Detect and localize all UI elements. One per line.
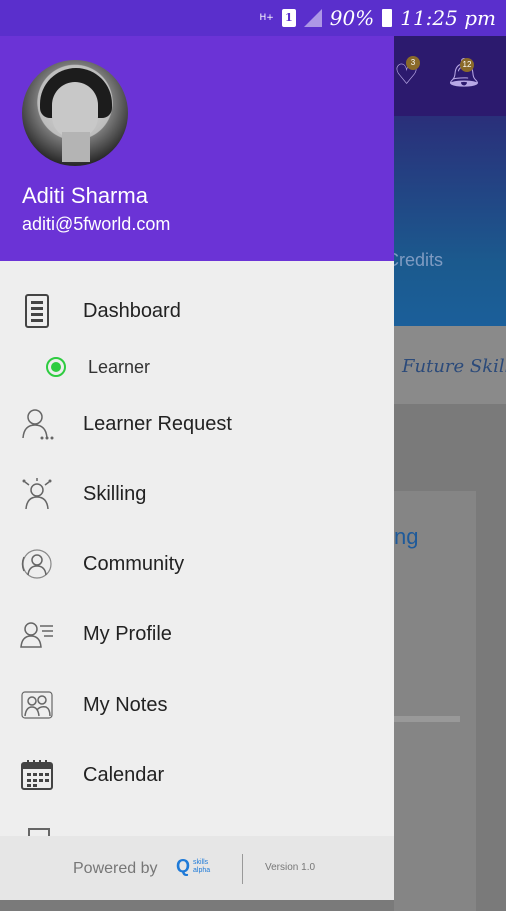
status-icons: H+ 1 90% 11:25 pm [259,6,496,30]
user-name: Aditi Sharma [22,183,148,208]
clock: 11:25 pm [400,6,496,30]
skills-alpha-logo: Q skills alpha [176,856,210,877]
heart-badge: 3 [406,56,420,70]
menu-label-my-profile: My Profile [83,622,172,645]
menu-item-dashboard[interactable]: Dashboard [0,281,394,341]
background-card [394,491,476,911]
profile-icon [20,617,54,651]
background-card-title: ng [394,524,419,549]
footer-divider [242,854,243,884]
menu-label-skilling: Skilling [83,482,147,505]
menu-item-my-notes[interactable]: My Notes [0,675,394,735]
background-progress [394,716,460,722]
background-app: ♡ 3 🔔︎ 12 Credits Future Skill ng [386,36,506,911]
future-skill-label: Future Skill [402,356,506,377]
signal-icon [303,9,322,27]
version-label: Version 1.0 [265,862,316,873]
learner-request-icon [20,407,54,441]
bell-badge: 12 [460,58,474,72]
powered-by-label: Powered by [73,860,158,877]
calendar-icon [20,758,54,792]
logo-mark: Q [176,856,191,876]
status-bar: H+ 1 90% 11:25 pm [0,0,506,36]
avatar-neck [62,132,90,162]
menu-label-calendar: Calendar [83,763,165,786]
drawer-footer: Powered by Q skills alpha Version 1.0 [0,836,394,900]
submenu-item-learner[interactable]: Learner [0,347,394,387]
dashboard-icon [20,294,54,328]
logo-text-line-2: alpha [193,866,211,874]
battery-icon [382,9,393,27]
menu-label-learner-request: Learner Request [83,412,232,435]
menu-item-calendar[interactable]: Calendar [0,745,394,805]
background-app-header: ♡ 3 🔔︎ 12 [394,36,506,116]
submenu-label-learner: Learner [88,356,151,377]
skilling-icon [20,477,54,511]
learner-radio[interactable] [46,357,66,377]
navigation-drawer: Aditi Sharma aditi@5fworld.com Dashboard… [0,0,394,900]
credits-label: Credits [386,250,444,270]
menu-item-community[interactable]: Community [0,534,394,594]
avatar[interactable] [22,60,128,166]
menu-item-my-profile[interactable]: My Profile [0,604,394,664]
menu-item-skilling[interactable]: Skilling [0,464,394,524]
menu-label-community: Community [83,552,185,575]
menu-label-dashboard: Dashboard [83,299,181,322]
logo-text-line-1: skills [193,858,209,866]
logo-text: skills alpha [193,859,210,875]
menu-label-my-notes: My Notes [83,693,168,716]
avatar-face [52,82,98,138]
network-type-indicator: H+ [259,12,274,23]
battery-percent: 90% [329,6,375,30]
menu-item-learner-request[interactable]: Learner Request [0,394,394,454]
background-banner: Credits [386,116,506,326]
community-icon [20,547,54,581]
notes-icon [20,688,54,722]
sim-icon: 1 [281,9,296,27]
user-email: aditi@5fworld.com [22,214,171,234]
drawer-header: Aditi Sharma aditi@5fworld.com [0,0,394,261]
